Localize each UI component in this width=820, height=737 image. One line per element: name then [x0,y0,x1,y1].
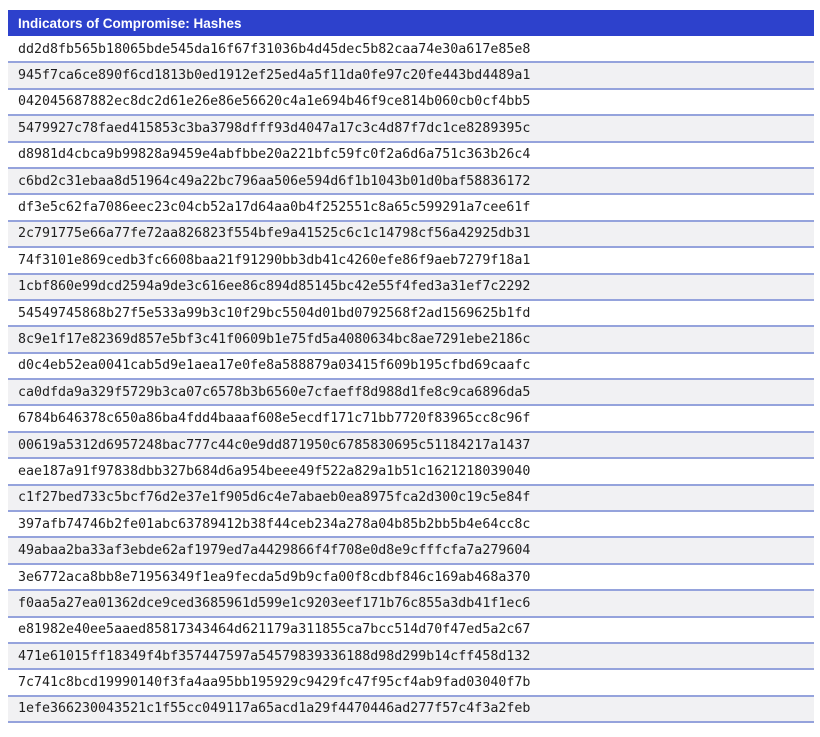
table-row: 471e61015ff18349f4bf357447597a5457983933… [8,643,814,671]
hash-value: 945f7ca6ce890f6cd1813b0ed1912ef25ed4a5f1… [18,68,531,84]
hash-value: 49abaa2ba33af3ebde62af1979ed7a4429866f4f… [18,543,531,559]
hash-value: 54549745868b27f5e533a99b3c10f29bc5504d01… [18,305,531,321]
table-header: Indicators of Compromise: Hashes [8,10,814,36]
table-row: d0c4eb52ea0041cab5d9e1aea17e0fe8a588879a… [8,353,814,381]
table-row: 5479927c78faed415853c3ba3798dfff93d4047a… [8,116,814,143]
table-row: 1cbf860e99dcd2594a9de3c616ee86c894d85145… [8,274,814,301]
table-title: Indicators of Compromise: Hashes [18,15,242,31]
hash-value: 8c9e1f17e82369d857e5bf3c41f0609b1e75fd5a… [18,331,531,347]
hash-value: eae187a91f97838dbb327b684d6a954beee49f52… [18,463,531,479]
table-row: f0aa5a27ea01362dce9ced3685961d599e1c9203… [8,591,814,618]
table-row: 6784b646378c650a86ba4fdd4baaaf608e5ecdf1… [8,406,814,433]
hash-value: 1cbf860e99dcd2594a9de3c616ee86c894d85145… [18,279,531,295]
hash-value: e81982e40ee5aaed85817343464d621179a31185… [18,622,531,638]
table-body: dd2d8fb565b18065bde545da16f67f31036b4d45… [8,37,814,724]
table-row: ca0dfda9a329f5729b3ca07c6578b3b6560e7cfa… [8,380,814,407]
table-row: 1efe366230043521c1f55cc049117a65acd1a29f… [8,696,814,724]
table-row: 7c741c8bcd19990140f3fa4aa95bb195929c9429… [8,670,814,697]
hash-value: 6784b646378c650a86ba4fdd4baaaf608e5ecdf1… [18,411,531,427]
hash-value: 5479927c78faed415853c3ba3798dfff93d4047a… [18,120,531,136]
hash-value: 00619a5312d6957248bac777c44c0e9dd871950c… [18,437,531,453]
table-row: eae187a91f97838dbb327b684d6a954beee49f52… [8,459,814,486]
hash-value: 3e6772aca8bb8e71956349f1ea9fecda5d9b9cfa… [18,569,531,585]
hash-value: d0c4eb52ea0041cab5d9e1aea17e0fe8a588879a… [18,358,531,374]
hash-value: dd2d8fb565b18065bde545da16f67f31036b4d45… [18,41,531,57]
table-row: c1f27bed733c5bcf76d2e37e1f905d6c4e7abaeb… [8,485,814,513]
table-row: c6bd2c31ebaa8d51964c49a22bc796aa506e594d… [8,168,814,196]
hash-value: 397afb74746b2fe01abc63789412b38f44ceb234… [18,516,531,532]
hash-value: 471e61015ff18349f4bf357447597a5457983933… [18,648,531,664]
table-row: d8981d4cbca9b99828a9459e4abfbbe20a221bfc… [8,142,814,169]
table-row: 042045687882ec8dc2d61e26e86e56620c4a1e69… [8,89,814,117]
hash-value: 042045687882ec8dc2d61e26e86e56620c4a1e69… [18,94,531,110]
hash-value: c6bd2c31ebaa8d51964c49a22bc796aa506e594d… [18,173,531,189]
table-row: 2c791775e66a77fe72aa826823f554bfe9a41525… [8,221,814,249]
ioc-hashes-table: Indicators of Compromise: Hashes dd2d8fb… [8,10,814,724]
hash-value: ca0dfda9a329f5729b3ca07c6578b3b6560e7cfa… [18,384,531,400]
table-row: df3e5c62fa7086eec23c04cb52a17d64aa0b4f25… [8,195,814,222]
hash-value: d8981d4cbca9b99828a9459e4abfbbe20a221bfc… [18,147,531,163]
table-row: 00619a5312d6957248bac777c44c0e9dd871950c… [8,432,814,460]
hash-value: 1efe366230043521c1f55cc049117a65acd1a29f… [18,701,531,717]
table-row: 8c9e1f17e82369d857e5bf3c41f0609b1e75fd5a… [8,327,814,354]
table-row: dd2d8fb565b18065bde545da16f67f31036b4d45… [8,37,814,64]
hash-value: 2c791775e66a77fe72aa826823f554bfe9a41525… [18,226,531,242]
table-row: 49abaa2ba33af3ebde62af1979ed7a4429866f4f… [8,538,814,565]
table-row: e81982e40ee5aaed85817343464d621179a31185… [8,617,814,644]
hash-value: 74f3101e869cedb3fc6608baa21f91290bb3db41… [18,252,531,268]
table-row: 945f7ca6ce890f6cd1813b0ed1912ef25ed4a5f1… [8,63,814,90]
hash-value: f0aa5a27ea01362dce9ced3685961d599e1c9203… [18,595,531,611]
hash-value: c1f27bed733c5bcf76d2e37e1f905d6c4e7abaeb… [18,490,531,506]
table-row: 74f3101e869cedb3fc6608baa21f91290bb3db41… [8,248,814,275]
table-row: 3e6772aca8bb8e71956349f1ea9fecda5d9b9cfa… [8,564,814,592]
table-row: 54549745868b27f5e533a99b3c10f29bc5504d01… [8,300,814,328]
hash-value: df3e5c62fa7086eec23c04cb52a17d64aa0b4f25… [18,200,531,216]
table-row: 397afb74746b2fe01abc63789412b38f44ceb234… [8,512,814,539]
hash-value: 7c741c8bcd19990140f3fa4aa95bb195929c9429… [18,675,531,691]
